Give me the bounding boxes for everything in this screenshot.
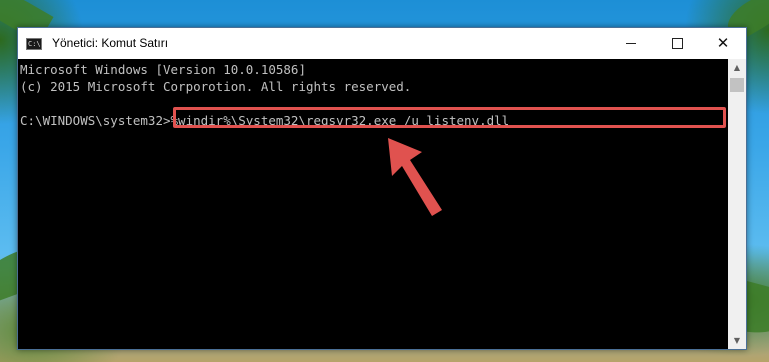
- console-prompt: C:\WINDOWS\system32>: [20, 113, 171, 128]
- chevron-down-icon: ▼: [733, 336, 741, 345]
- command-highlight-box: [173, 107, 726, 128]
- vertical-scrollbar[interactable]: ▲ ▼: [728, 59, 746, 349]
- chevron-up-icon: ▲: [733, 63, 741, 72]
- minimize-icon: [626, 43, 636, 44]
- close-button[interactable]: ✕: [700, 28, 746, 59]
- scroll-down-button[interactable]: ▼: [728, 332, 746, 349]
- pointer-arrow-icon: [388, 138, 442, 216]
- maximize-button[interactable]: [654, 28, 700, 59]
- maximize-icon: [671, 38, 683, 49]
- console-line-version: Microsoft Windows [Version 10.0.10586]: [20, 62, 306, 77]
- scroll-up-button[interactable]: ▲: [728, 59, 746, 76]
- cmd-icon: C:\: [26, 38, 42, 50]
- scroll-thumb[interactable]: [730, 78, 744, 92]
- window-title: Yönetici: Komut Satırı: [52, 36, 169, 50]
- title-bar[interactable]: C:\ Yönetici: Komut Satırı ✕: [18, 28, 746, 59]
- console-line-copyright: (c) 2015 Microsoft Corporotion. All righ…: [20, 79, 412, 94]
- close-icon: ✕: [716, 34, 730, 52]
- console-output[interactable]: Microsoft Windows [Version 10.0.10586] (…: [18, 59, 728, 349]
- minimize-button[interactable]: [608, 28, 654, 59]
